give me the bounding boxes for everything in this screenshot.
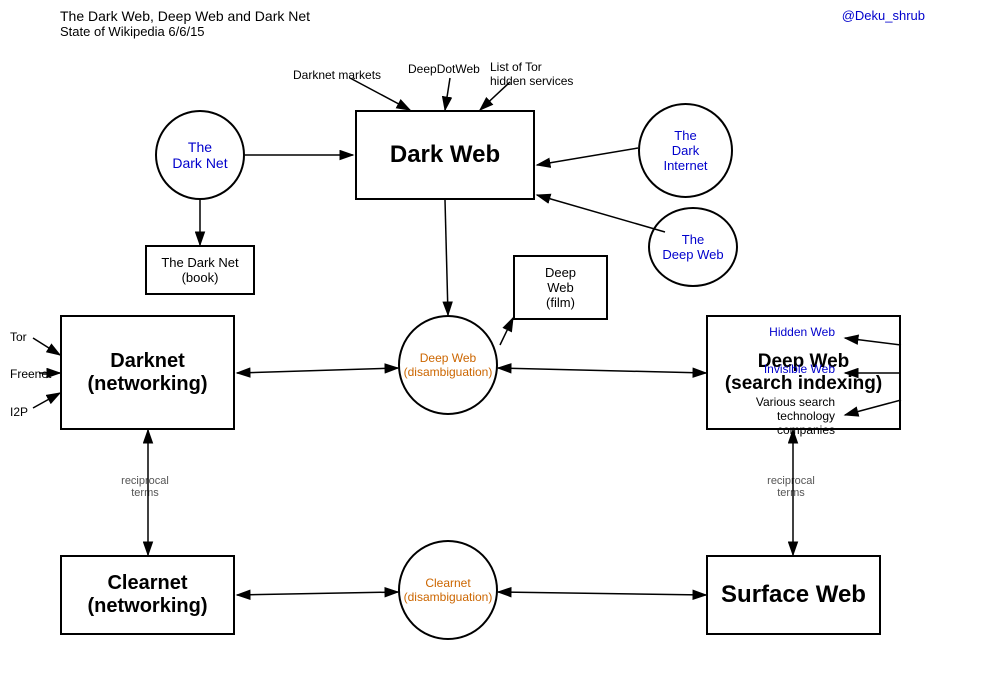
hidden-web-label: Hidden Web (769, 325, 835, 339)
title-block: The Dark Web, Deep Web and Dark Net Stat… (60, 8, 310, 39)
surface-web-box: Surface Web (706, 555, 881, 635)
deep-web-film-box: DeepWeb(film) (513, 255, 608, 320)
darknet-markets-label: Darknet markets (293, 68, 381, 82)
dark-net-circle: TheDark Net (155, 110, 245, 200)
reciprocal-left-label: reciprocalterms (100, 475, 190, 499)
title-sub: State of Wikipedia 6/6/15 (60, 24, 310, 39)
clearnet-disambig-circle: Clearnet(disambiguation) (398, 540, 498, 640)
title-main: The Dark Web, Deep Web and Dark Net (60, 8, 310, 24)
deep-web-circle: TheDeep Web (648, 207, 738, 287)
deepdotweb-label: DeepDotWeb (408, 62, 480, 76)
dark-web-box: Dark Web (355, 110, 535, 200)
clearnet-networking-box: Clearnet(networking) (60, 555, 235, 635)
dark-net-book-box: The Dark Net(book) (145, 245, 255, 295)
i2p-label: I2P (10, 405, 28, 419)
freenet-label: Freenet (10, 367, 51, 381)
deep-web-disambig-circle: Deep Web(disambiguation) (398, 315, 498, 415)
attribution: @Deku_shrub (842, 8, 925, 23)
list-tor-label: List of Torhidden services (490, 60, 573, 88)
tor-label: Tor (10, 330, 27, 344)
invisible-web-label: Invisible Web (764, 362, 835, 376)
dark-internet-circle: TheDarkInternet (638, 103, 733, 198)
reciprocal-right-label: reciprocalterms (746, 475, 836, 499)
darknet-networking-box: Darknet(networking) (60, 315, 235, 430)
various-search-label: Various search technology companies (725, 395, 835, 437)
